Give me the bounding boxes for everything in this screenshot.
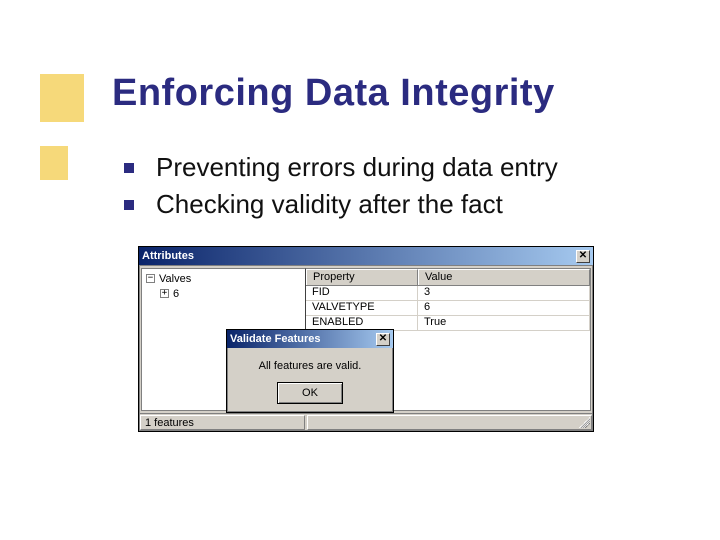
close-icon[interactable]: ✕ (576, 250, 590, 263)
tree-expand-icon[interactable]: + (160, 289, 169, 298)
status-bar: 1 features (139, 413, 593, 431)
tree-root-label: Valves (159, 273, 191, 285)
slide-title: Enforcing Data Integrity (112, 72, 555, 115)
bullet-list: Preventing errors during data entry Chec… (124, 152, 558, 226)
header-value[interactable]: Value (418, 269, 590, 285)
cell-value: 6 (418, 301, 590, 316)
accent-block-mid (40, 146, 68, 180)
status-grip[interactable] (307, 415, 592, 430)
cell-property: FID (306, 286, 418, 301)
cell-value: True (418, 316, 590, 331)
validate-title: Validate Features (230, 333, 321, 345)
tree-child-label: 6 (173, 288, 179, 300)
status-text: 1 features (140, 415, 305, 430)
attributes-title: Attributes (142, 250, 194, 262)
ok-button[interactable]: OK (277, 382, 343, 404)
bullet-item: Checking validity after the fact (124, 189, 558, 220)
table-row[interactable]: FID 3 (306, 286, 590, 301)
bullet-square-icon (124, 200, 134, 210)
bullet-item: Preventing errors during data entry (124, 152, 558, 183)
close-icon[interactable]: ✕ (376, 333, 390, 346)
bullet-text: Checking validity after the fact (156, 189, 503, 220)
validate-dialog: Validate Features ✕ All features are val… (226, 329, 394, 413)
validate-message: All features are valid. (227, 348, 393, 382)
cell-property: VALVETYPE (306, 301, 418, 316)
bullet-text: Preventing errors during data entry (156, 152, 558, 183)
cell-value: 3 (418, 286, 590, 301)
validate-titlebar[interactable]: Validate Features ✕ (227, 330, 393, 348)
grid-header: Property Value (306, 269, 590, 286)
tree-root[interactable]: − Valves (146, 271, 301, 286)
bullet-square-icon (124, 163, 134, 173)
attributes-titlebar[interactable]: Attributes ✕ (139, 247, 593, 265)
tree-collapse-icon[interactable]: − (146, 274, 155, 283)
accent-block-top (40, 74, 84, 122)
tree-child[interactable]: + 6 (160, 286, 301, 301)
table-row[interactable]: VALVETYPE 6 (306, 301, 590, 316)
header-property[interactable]: Property (306, 269, 418, 285)
